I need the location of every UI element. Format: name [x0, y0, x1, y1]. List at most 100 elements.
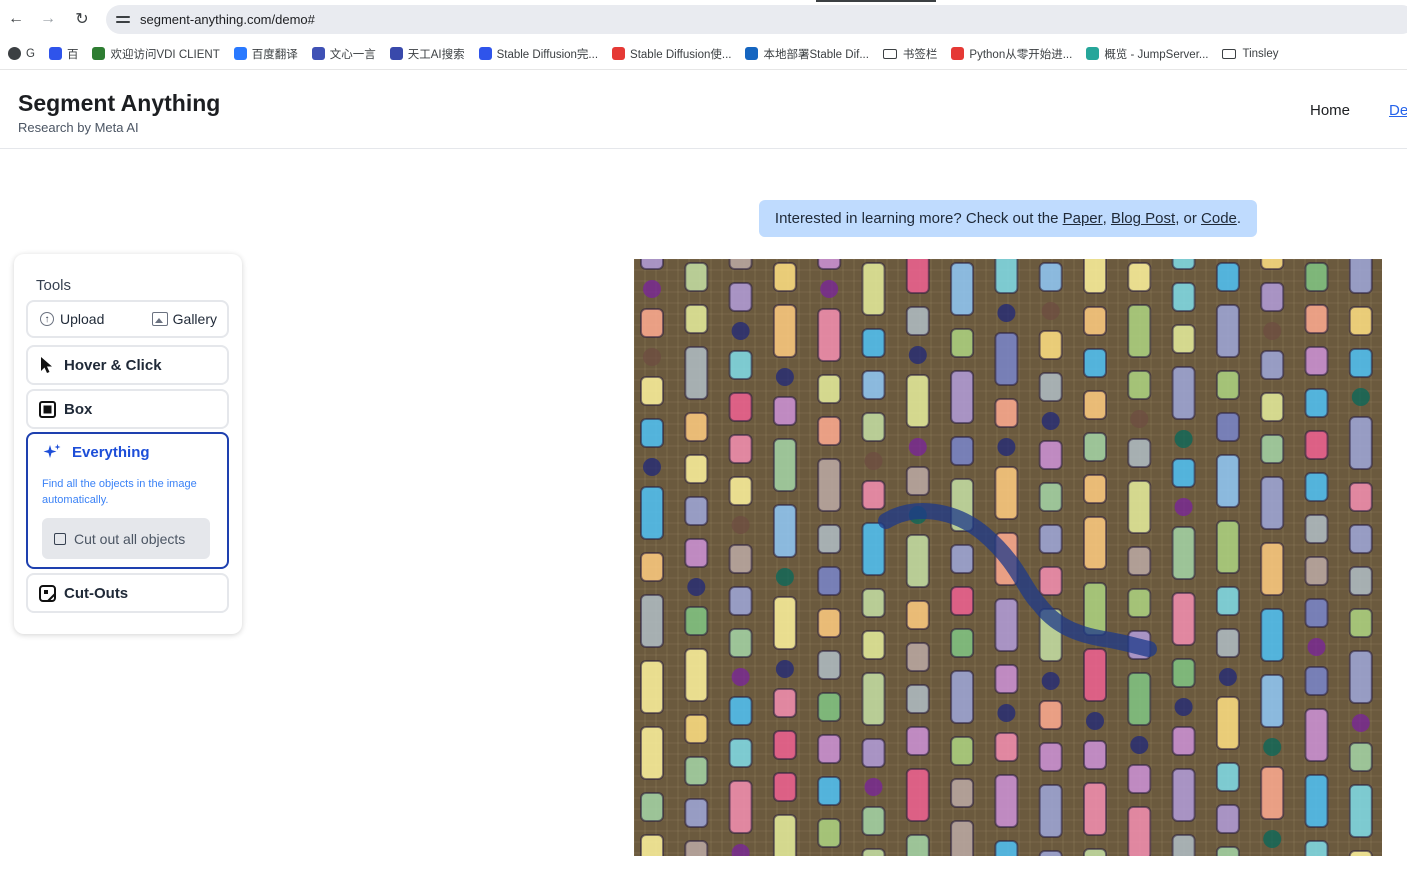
bookmark-item[interactable]: 书签栏 — [882, 46, 937, 62]
code-link[interactable]: Code — [1201, 210, 1237, 227]
translate-icon — [233, 47, 247, 60]
upload-gallery-row: ↑ Upload Gallery — [26, 300, 229, 338]
site-header: Segment Anything Research by Meta AI Hom… — [0, 71, 1407, 149]
hover-click-button[interactable]: Hover & Click — [26, 345, 229, 385]
bookmark-item[interactable]: 百 — [48, 46, 78, 62]
bookmark-label: Tinsley — [1242, 47, 1279, 60]
tools-heading: Tools — [36, 277, 72, 294]
nav-demo-link[interactable]: De — [1389, 102, 1407, 119]
segment-dot — [643, 348, 661, 366]
bookmark-item[interactable]: 本地部署Stable Dif... — [745, 46, 869, 62]
segment-mask — [1127, 588, 1152, 618]
paper-link[interactable]: Paper — [1063, 210, 1103, 227]
blog-post-link[interactable]: Blog Post — [1111, 210, 1175, 227]
segment-mask — [861, 370, 886, 400]
segment-mask — [1304, 556, 1329, 586]
segment-mask — [1215, 846, 1240, 856]
segment-dot — [1130, 410, 1149, 428]
box-button[interactable]: Box — [26, 389, 229, 429]
paw-icon — [478, 47, 492, 60]
segment-dot — [864, 452, 883, 470]
segment-mask — [905, 642, 930, 672]
segment-mask — [1127, 764, 1152, 794]
segment-mask — [950, 778, 975, 808]
segment-mask — [1171, 834, 1196, 856]
bookmark-label: 文心一言 — [329, 48, 376, 61]
segment-mask — [861, 588, 886, 618]
upload-button[interactable]: ↑ Upload — [40, 311, 104, 327]
segment-dot — [775, 568, 794, 586]
site-title[interactable]: Segment Anything — [18, 90, 220, 117]
segment-dot — [1263, 738, 1282, 756]
site-settings-icon[interactable] — [116, 14, 130, 26]
segment-mask — [905, 684, 930, 714]
cut-out-all-objects-button[interactable]: Cut out all objects — [42, 518, 210, 559]
segmented-image-canvas[interactable] — [634, 259, 1382, 856]
segment-dot — [1174, 498, 1193, 516]
tiangong-icon — [389, 47, 403, 60]
segment-mask — [1215, 804, 1240, 834]
bookmark-item[interactable]: 欢迎访问VDI CLIENT — [92, 46, 220, 62]
segment-mask — [1083, 516, 1107, 570]
segment-mask — [684, 454, 709, 484]
banner-sep-1: , — [1102, 210, 1111, 227]
bookmark-item[interactable]: 天工AI搜索 — [389, 46, 465, 62]
segment-mask — [950, 328, 975, 358]
segment-mask — [684, 304, 709, 334]
segment-dot — [1041, 412, 1060, 430]
segment-mask — [728, 696, 753, 726]
segment-mask — [640, 486, 664, 540]
bookmark-item[interactable]: Python从零开始进... — [951, 46, 1072, 62]
segment-mask — [950, 262, 975, 316]
bookmark-label: Stable Diffusion使... — [630, 48, 732, 61]
cut-outs-button[interactable]: Cut-Outs — [26, 573, 229, 613]
segment-mask — [1348, 608, 1373, 638]
segment-mask — [1038, 440, 1063, 470]
url-text: segment-anything.com/demo# — [140, 12, 315, 27]
bookmark-item[interactable]: 概览 - JumpServer... — [1086, 46, 1208, 62]
segment-mask — [1038, 524, 1063, 554]
cut-out-all-label: Cut out all objects — [74, 530, 186, 547]
segment-mask — [950, 586, 975, 616]
segment-mask — [1038, 566, 1063, 596]
segment-mask — [1348, 742, 1373, 772]
segment-mask — [772, 504, 797, 558]
segment-dot — [687, 578, 706, 596]
reload-icon[interactable]: ↻ — [72, 9, 92, 29]
segment-mask — [728, 780, 753, 834]
segment-mask — [950, 736, 975, 766]
back-icon[interactable]: ← — [6, 9, 26, 29]
bookmark-item[interactable]: G — [8, 47, 35, 60]
segment-mask — [861, 672, 886, 726]
bookmark-item[interactable]: Tinsley — [1222, 48, 1278, 60]
segment-mask — [1038, 742, 1063, 772]
bookmark-item[interactable]: 文心一言 — [311, 46, 376, 62]
bookmark-item[interactable]: 百度翻译 — [233, 46, 298, 62]
segment-dot — [1174, 430, 1193, 448]
cut-out-icon — [54, 532, 66, 545]
segmentation-overlay[interactable] — [634, 259, 1382, 856]
segment-mask — [684, 840, 709, 856]
csdn-icon — [612, 47, 626, 60]
forward-icon[interactable]: → — [38, 9, 58, 29]
segment-dot — [1218, 668, 1237, 686]
segment-mask — [1260, 476, 1285, 530]
paw-icon — [48, 47, 62, 60]
bookmark-item[interactable]: Stable Diffusion完... — [478, 46, 598, 62]
bookmark-item[interactable]: Stable Diffusion使... — [612, 46, 731, 62]
nav-home-link[interactable]: Home — [1310, 102, 1350, 119]
segment-dot — [643, 280, 661, 298]
tools-panel: Tools ↑ Upload Gallery Hover & Click Box… — [14, 254, 242, 634]
gallery-button[interactable]: Gallery — [151, 311, 217, 327]
address-bar[interactable]: segment-anything.com/demo# — [106, 5, 1407, 34]
everything-tool[interactable]: Everything Find all the objects in the i… — [26, 432, 229, 569]
segment-mask — [1304, 514, 1329, 544]
segment-mask — [1127, 304, 1152, 358]
segment-dot — [643, 458, 661, 476]
segment-dot — [731, 516, 750, 534]
segment-mask — [994, 732, 1019, 762]
segment-mask — [1038, 372, 1063, 402]
segment-mask — [994, 774, 1019, 828]
segment-dot — [1130, 736, 1149, 754]
segment-mask — [1083, 259, 1107, 294]
